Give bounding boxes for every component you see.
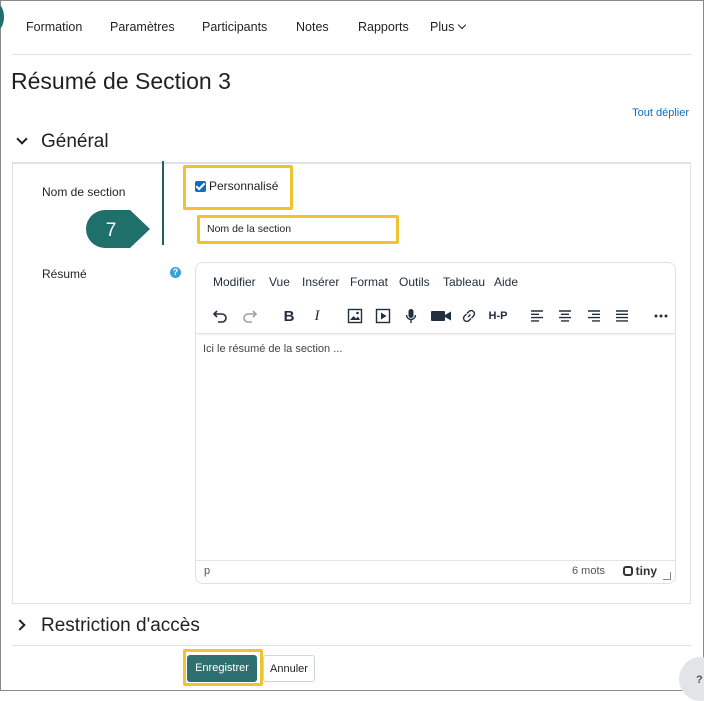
editor-content[interactable]: Ici le résumé de la section ...: [203, 343, 342, 355]
h5p-icon[interactable]: H-P: [486, 304, 510, 328]
align-right-icon[interactable]: [582, 304, 606, 328]
step-number: 7: [106, 220, 117, 241]
custom-checkbox-row[interactable]: Personnalisé: [195, 179, 278, 193]
menu-modifier[interactable]: Modifier: [213, 275, 256, 289]
tiny-brand[interactable]: tiny: [622, 564, 657, 578]
menu-inserer[interactable]: Insérer: [302, 275, 339, 289]
image-icon[interactable]: [343, 304, 367, 328]
rich-text-editor: Modifier Vue Insérer Format Outils Table…: [195, 262, 676, 584]
align-left-icon[interactable]: [525, 304, 549, 328]
media-icon[interactable]: [371, 304, 395, 328]
tiny-logo-icon: [622, 566, 633, 576]
tiny-brand-label: tiny: [635, 564, 657, 578]
more-icon[interactable]: [649, 304, 673, 328]
section-name-input[interactable]: Nom de la section: [200, 218, 395, 240]
link-icon[interactable]: [457, 304, 481, 328]
section-restriction-title: Restriction d'accès: [41, 615, 200, 636]
element-path[interactable]: p: [204, 565, 210, 577]
section-general-title: Général: [41, 131, 109, 152]
custom-checkbox-label: Personnalisé: [209, 179, 279, 193]
summary-label: Résumé: [42, 267, 87, 281]
nav-plus-label: Plus: [430, 20, 455, 34]
nav-parametres[interactable]: Paramètres: [110, 20, 175, 34]
word-count[interactable]: 6 mots: [572, 565, 605, 577]
custom-checkbox[interactable]: [195, 180, 206, 192]
section-general-header[interactable]: Général: [16, 131, 109, 153]
editor-toolbar: B I H-P: [196, 299, 675, 334]
video-camera-icon[interactable]: [429, 304, 453, 328]
bold-icon[interactable]: B: [277, 304, 301, 328]
nav-participants[interactable]: Participants: [202, 20, 267, 34]
chevron-right-icon: [14, 619, 26, 631]
page-title: Résumé de Section 3: [11, 68, 231, 94]
chevron-down-icon: [16, 133, 28, 145]
align-center-icon[interactable]: [553, 304, 577, 328]
help-float-label: ?: [696, 674, 703, 686]
nav-rapports[interactable]: Rapports: [358, 20, 409, 34]
resize-handle-icon[interactable]: [663, 572, 671, 580]
editor-menubar: Modifier Vue Insérer Format Outils Table…: [196, 263, 675, 299]
chevron-down-icon: [458, 20, 467, 30]
redo-icon[interactable]: [238, 304, 262, 328]
nav-plus[interactable]: Plus: [430, 20, 467, 34]
nav-formation[interactable]: Formation: [26, 20, 82, 34]
undo-icon[interactable]: [208, 304, 232, 328]
cancel-button[interactable]: Annuler: [263, 655, 315, 682]
course-nav: Formation Paramètres Participants Notes …: [12, 0, 692, 55]
section-restriction-header[interactable]: Restriction d'accès: [14, 615, 200, 637]
step-indicator-line: [162, 161, 164, 245]
menu-aide[interactable]: Aide: [494, 275, 518, 289]
microphone-icon[interactable]: [399, 304, 423, 328]
menu-outils[interactable]: Outils: [399, 275, 430, 289]
menu-tableau[interactable]: Tableau: [443, 275, 485, 289]
help-icon[interactable]: ?: [170, 267, 181, 278]
align-justify-icon[interactable]: [610, 304, 634, 328]
expand-all-link[interactable]: Tout déplier: [632, 107, 689, 119]
divider: [12, 645, 691, 646]
menu-format[interactable]: Format: [350, 275, 388, 289]
editor-statusbar: p 6 mots tiny: [196, 560, 675, 583]
section-name-label: Nom de section: [42, 185, 126, 199]
step-badge: 7: [86, 210, 150, 248]
save-button[interactable]: Enregistrer: [187, 655, 257, 682]
italic-icon[interactable]: I: [305, 304, 329, 328]
menu-vue[interactable]: Vue: [269, 275, 290, 289]
nav-notes[interactable]: Notes: [296, 20, 329, 34]
